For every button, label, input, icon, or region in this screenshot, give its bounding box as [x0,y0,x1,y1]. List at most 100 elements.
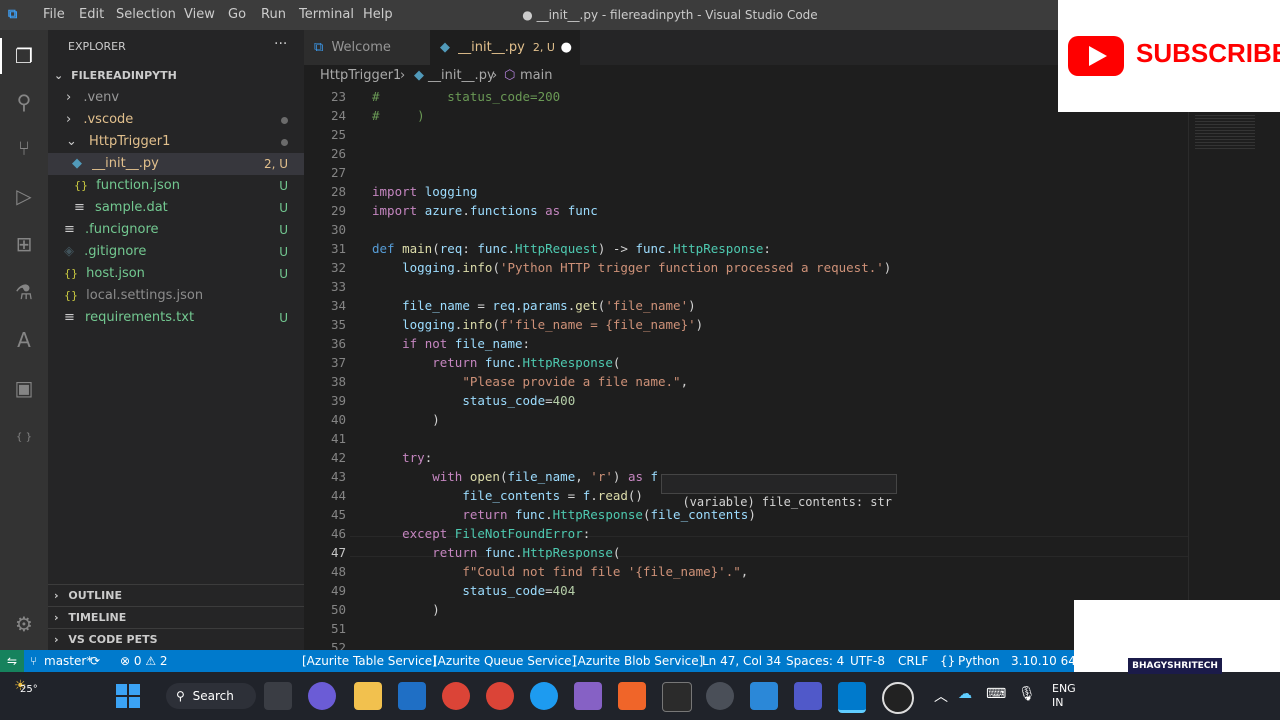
chat-icon[interactable] [308,682,336,710]
input-language[interactable]: ENG IN [1052,682,1076,710]
extensions-icon[interactable]: ⊞ [10,230,38,258]
terminal-icon[interactable] [662,682,692,712]
microphone-icon[interactable]: 🎙 [1018,686,1036,702]
breadcrumb-folder[interactable]: HttpTrigger1 [320,65,401,87]
menu-edit[interactable]: Edit [79,0,104,30]
timeline-section[interactable]: › TIMELINE [48,606,304,629]
python-file-icon: ◆ [72,156,82,171]
file-icon: ≡ [74,200,85,215]
tree-item-sample-dat[interactable]: ≡ sample.dat U [48,197,304,219]
more-actions-icon[interactable]: ··· [274,36,287,52]
obs-icon[interactable] [882,682,914,714]
tree-item-funcignore[interactable]: ≡ .funcignore U [48,219,304,241]
line-number: 25 [330,127,346,142]
task-view-icon[interactable] [264,682,292,710]
line-number: 50 [330,602,346,617]
tree-item-vscode[interactable]: › .vscode [48,109,304,131]
menu-view[interactable]: View [184,0,215,30]
postman-icon[interactable] [618,682,646,710]
sync-icon[interactable]: ⟳ [90,650,100,672]
remote-explorer-icon[interactable]: ▣ [10,374,38,402]
menu-terminal[interactable]: Terminal [299,0,354,30]
calculator-icon[interactable] [750,682,778,710]
eol-status[interactable]: CRLF [898,650,928,672]
menu-run[interactable]: Run [261,0,286,30]
breadcrumb-file[interactable]: __init__.py [428,65,495,87]
tree-item-requirements-txt[interactable]: ≡ requirements.txt U [48,307,304,329]
vscode-taskbar-icon[interactable] [838,682,866,713]
edge-icon[interactable] [530,682,558,710]
search-icon[interactable]: ⚲ [10,88,38,116]
settings-icon[interactable] [706,682,734,710]
cursor-position[interactable]: Ln 47, Col 34 [702,650,781,672]
workspace-root[interactable]: ⌄ FILEREADINPYTH [48,65,304,87]
tree-item-httptrigger1[interactable]: ⌄ HttpTrigger1 [48,131,304,153]
tab-welcome[interactable]: ⧉ Welcome [304,30,440,65]
tree-item-venv[interactable]: › .venv [48,87,304,109]
line-number: 46 [330,526,346,541]
menu-go[interactable]: Go [228,0,246,30]
file-explorer-icon[interactable] [354,682,382,710]
explorer-icon[interactable]: ❐ [10,42,38,70]
chevron-right-icon: › [54,589,59,602]
visual-studio-icon[interactable] [574,682,602,710]
encoding-status[interactable]: UTF-8 [850,650,885,672]
teams-icon[interactable] [794,682,822,710]
testing-icon[interactable]: ⚗ [10,278,38,306]
chrome-profile-icon[interactable] [486,682,514,710]
chrome-icon[interactable] [442,682,470,710]
chevron-up-icon[interactable]: ︿ [934,686,948,706]
windows-start-icon[interactable] [116,684,140,708]
hover-tooltip: (variable) file_contents: str [661,474,897,509]
tree-item-gitignore[interactable]: ◈ .gitignore U [48,241,304,263]
menu-help[interactable]: Help [363,0,393,30]
line-number: 24 [330,108,346,123]
keyboard-icon[interactable]: ⌨ [986,686,1006,702]
line-number: 37 [330,355,346,370]
problems-status[interactable]: ⊗ 0 ⚠ 2 [120,650,168,672]
braces-icon: {} [940,654,956,668]
code-editor[interactable]: 23 # status_code=200 24 # ) 25 26 27 28 import l… [304,87,1188,650]
source-control-icon[interactable]: ⑂ [10,134,38,162]
line-number: 44 [330,488,346,503]
subscribe-banner[interactable]: SUBSCRIBE [1058,0,1280,112]
vscode-logo-icon: ⧉ [314,40,324,55]
breadcrumb-symbol[interactable]: main [520,65,552,87]
windows-taskbar: ☀ 25° ⚲ Search ︿ ☁ ⌨ 🎙 ENG IN [0,672,1280,720]
chevron-right-icon: › [492,68,498,83]
line-number: 39 [330,393,346,408]
minimap-content [1195,115,1255,149]
channel-watermark: BHAGYSHRITECH [1074,600,1280,674]
remote-icon[interactable]: ⇋ [0,650,24,672]
language-mode[interactable]: Python [958,650,1000,672]
menu-file[interactable]: File [43,0,65,30]
code-line: return func.HttpResponse( [432,545,621,560]
file-icon: ≡ [64,310,75,325]
vscode-pets-section[interactable]: › VS CODE PETS [48,628,304,651]
line-number: 28 [330,184,346,199]
indentation-status[interactable]: Spaces: 4 [786,650,844,672]
tab-init-py[interactable]: ◆ __init__.py 2, U ● [430,30,580,65]
outline-section[interactable]: › OUTLINE [48,584,304,607]
json-icon[interactable]: { } [10,424,38,452]
tree-item-init-py[interactable]: ◆ __init__.py 2, U [48,153,304,175]
unsaved-dot-icon[interactable]: ● [561,30,572,65]
run-debug-icon[interactable]: ▷ [10,182,38,210]
settings-gear-icon[interactable]: ⚙ [10,610,38,638]
branch-icon: ⑂ [30,654,38,668]
menu-selection[interactable]: Selection [116,0,176,30]
minimap[interactable] [1188,87,1280,650]
tree-item-function-json[interactable]: {} function.json U [48,175,304,197]
tree-item-local-settings-json[interactable]: {} local.settings.json [48,285,304,307]
azurite-queue-status[interactable]: [Azurite Queue Service] [433,650,576,672]
azure-icon[interactable]: A [10,326,38,354]
line-number: 45 [330,507,346,522]
azurite-blob-status[interactable]: [Azurite Blob Service] [573,650,703,672]
taskbar-search[interactable]: ⚲ Search [166,683,256,709]
store-icon[interactable] [398,682,426,710]
azurite-table-status[interactable]: [Azurite Table Service] [302,650,437,672]
branch-status[interactable]: master* [44,650,92,672]
tree-item-host-json[interactable]: {} host.json U [48,263,304,285]
onedrive-icon[interactable]: ☁ [958,686,972,702]
method-icon: ⬡ [504,68,516,83]
